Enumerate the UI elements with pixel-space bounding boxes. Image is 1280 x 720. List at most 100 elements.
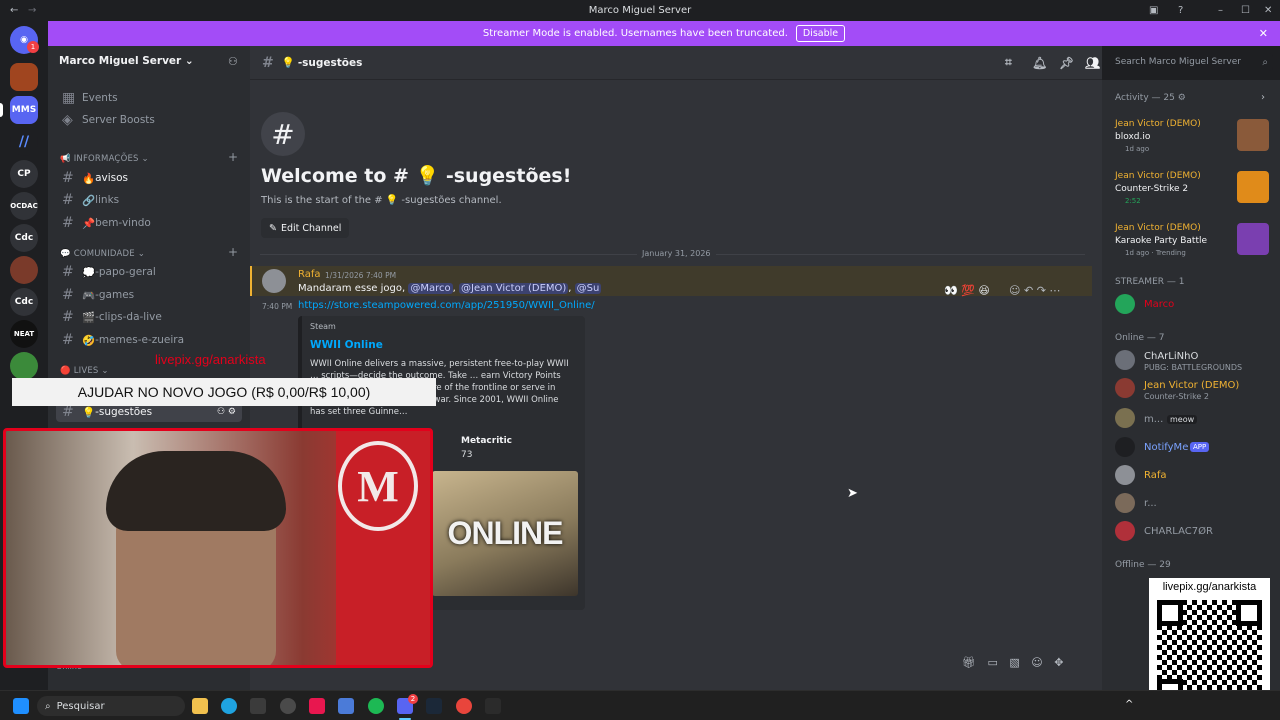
sidebar-item-boosts[interactable]: ◈ Server Boosts	[56, 110, 242, 130]
channel-bem-vindo[interactable]: # 📌 bem-vindo	[56, 213, 242, 233]
app-icon-tf[interactable]	[485, 698, 501, 714]
activity-user-3[interactable]: Jean Victor (DEMO)	[1115, 223, 1201, 233]
embed-title[interactable]: WWII Online	[310, 339, 383, 351]
mention-jean[interactable]: @Jean Victor (DEMO)	[459, 283, 569, 294]
hundred-emoji-icon[interactable]: 💯	[961, 284, 975, 297]
steam-icon[interactable]	[426, 698, 442, 714]
emoji-icon[interactable]: ☺	[1031, 656, 1042, 669]
search-input[interactable]: Search Marco Miguel Server ⌕	[1110, 53, 1273, 71]
add-member-icon[interactable]: ⚇	[228, 55, 238, 68]
message-author[interactable]: Rafa	[298, 269, 321, 280]
member-jean[interactable]: Jean Victor (DEMO)	[1144, 380, 1239, 391]
member-notifyme[interactable]: NotifyMe	[1144, 442, 1188, 453]
server-icon-ocdac[interactable]: OCDAC	[10, 192, 38, 220]
steam-link[interactable]: https://store.steampowered.com/app/25195…	[298, 300, 595, 311]
chrome-icon[interactable]	[456, 698, 472, 714]
inbox-icon[interactable]: ▣	[1149, 5, 1158, 16]
donation-goal-text: AJUDAR NO NOVO JOGO (R$ 0,00/R$ 10,00)	[77, 384, 371, 400]
forward-message-icon[interactable]: ↷	[1037, 284, 1046, 297]
channel-papo-geral[interactable]: # 💭 -papo-geral	[56, 262, 242, 282]
avatar-rafa-member[interactable]	[1115, 465, 1135, 485]
avatar-rafa[interactable]	[262, 269, 286, 293]
channel-games[interactable]: # 🎮 -games	[56, 285, 242, 305]
member-list-icon[interactable]: 👥︎	[1085, 56, 1100, 70]
disable-streamer-mode-button[interactable]: Disable	[795, 25, 846, 42]
member-charlac7or[interactable]: CHARLAC7ØR	[1144, 526, 1213, 537]
category-lives[interactable]: 🔴 LIVES ⌄	[60, 366, 109, 376]
minimize-icon[interactable]: –	[1218, 5, 1223, 16]
server-icon-3[interactable]	[10, 256, 38, 284]
app-icon-blue[interactable]	[338, 698, 354, 714]
threads-icon[interactable]: ⌗	[1005, 55, 1012, 70]
category-comunidade[interactable]: 💬 COMUNIDADE ⌄	[60, 249, 145, 259]
grin-emoji-icon[interactable]: 😆	[978, 284, 989, 297]
gift-icon[interactable]: 🎁︎	[962, 656, 976, 669]
server-icon-neat[interactable]: NEAT	[10, 320, 38, 348]
channel-header: # 💡 -sugestões ⌗ 🔔︎ 📌︎ 👥︎	[250, 46, 1102, 80]
karaoke-game-icon	[1237, 223, 1269, 255]
streamer-section-header: STREAMER — 1	[1115, 277, 1185, 287]
taskbar-search[interactable]: ⌕ Pesquisar	[37, 696, 185, 716]
close-banner-icon[interactable]: ✕	[1259, 27, 1268, 40]
windows-start-icon[interactable]	[13, 698, 29, 714]
avatar-m[interactable]	[1115, 408, 1135, 428]
channel-clips[interactable]: # 🎬 -clips-da-live	[56, 307, 242, 327]
channel-avisos[interactable]: # 🔥 avisos	[56, 168, 242, 188]
maximize-icon[interactable]: ☐	[1241, 5, 1250, 16]
help-icon[interactable]: ?	[1178, 5, 1183, 16]
mention-marco[interactable]: @Marco	[408, 283, 453, 294]
edit-channel-button[interactable]: ✎ Edit Channel	[261, 218, 350, 238]
server-icon-cp[interactable]: CP	[10, 160, 38, 188]
avatar-charlac7or[interactable]	[1115, 521, 1135, 541]
activity-user-2[interactable]: Jean Victor (DEMO)	[1115, 171, 1201, 181]
add-channel-icon-2[interactable]: +	[228, 245, 238, 259]
channel-links[interactable]: # 🔗 links	[56, 190, 242, 210]
reply-icon[interactable]: ↶	[1024, 284, 1033, 297]
tiktok-icon[interactable]	[309, 698, 325, 714]
activity-header[interactable]: Activity — 25 ⚙	[1115, 93, 1186, 103]
activity-user-1[interactable]: Jean Victor (DEMO)	[1115, 119, 1201, 129]
member-rafa[interactable]: Rafa	[1144, 470, 1167, 481]
member-charlinho[interactable]: ChArLiNhO	[1144, 351, 1198, 362]
member-r[interactable]: r...	[1144, 498, 1157, 509]
chevron-right-icon[interactable]: ›	[1261, 92, 1265, 103]
embed-image[interactable]: ONLINE	[432, 471, 578, 596]
settings-gear-icon[interactable]: ⚇ ⚙	[217, 407, 236, 417]
bell-icon[interactable]: 🔔︎	[1032, 56, 1047, 70]
embed-provider[interactable]: Steam	[310, 322, 336, 331]
server-icon-mms[interactable]: MMS	[10, 96, 38, 124]
member-marco[interactable]: Marco	[1144, 299, 1174, 310]
category-informacoes[interactable]: 📢 INFORMAÇÕES ⌄	[60, 154, 149, 164]
add-reaction-icon[interactable]: ☺	[1009, 284, 1020, 297]
more-icon[interactable]: ⋯	[1049, 284, 1060, 297]
notifyme-server-icon[interactable]: //	[10, 128, 38, 156]
avatar-charlinho[interactable]	[1115, 350, 1135, 370]
windows-taskbar: ⌕ Pesquisar 2 ^	[0, 690, 1280, 720]
file-explorer-icon[interactable]	[192, 698, 208, 714]
avatar-jean[interactable]	[1115, 378, 1135, 398]
channel-memes[interactable]: # 🤣 -memes-e-zueira	[56, 330, 242, 350]
close-window-icon[interactable]: ✕	[1264, 5, 1272, 16]
edge-icon[interactable]	[221, 698, 237, 714]
avatar-r[interactable]	[1115, 493, 1135, 513]
sidebar-item-events[interactable]: ▦ Events	[56, 88, 242, 108]
server-name-header[interactable]: Marco Miguel Server ⌄	[59, 55, 194, 67]
member-m[interactable]: m...	[1144, 414, 1163, 425]
gif-icon[interactable]: ▭	[987, 656, 997, 669]
server-icon-cdc[interactable]: Cdc	[10, 224, 38, 252]
apps-icon[interactable]: ✥	[1054, 656, 1063, 669]
settings-app-icon[interactable]	[280, 698, 296, 714]
sticker-icon[interactable]: ▧	[1009, 656, 1019, 669]
avatar-notifyme[interactable]	[1115, 437, 1135, 457]
server-icon-1[interactable]	[10, 63, 38, 91]
avatar-marco[interactable]	[1115, 294, 1135, 314]
server-icon-landscape[interactable]	[10, 352, 38, 380]
tray-chevron-icon[interactable]: ^	[1125, 699, 1133, 710]
eyes-emoji-icon[interactable]: 👀	[944, 284, 958, 297]
server-icon-cdc-2[interactable]: Cdc	[10, 288, 38, 316]
pin-icon[interactable]: 📌︎	[1059, 56, 1074, 70]
store-icon[interactable]	[250, 698, 266, 714]
mention-su[interactable]: @Su	[574, 283, 602, 294]
add-channel-icon[interactable]: +	[228, 150, 238, 164]
spotify-icon[interactable]	[368, 698, 384, 714]
